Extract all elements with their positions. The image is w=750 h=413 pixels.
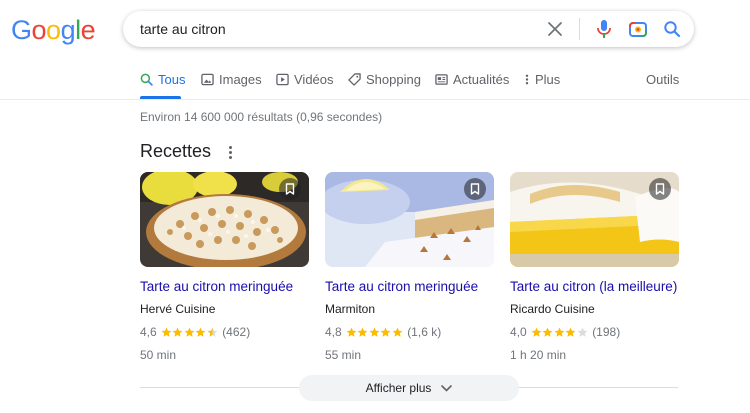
- tab-label: Shopping: [366, 72, 421, 87]
- recipes-title: Recettes: [140, 141, 212, 161]
- recipe-source: Hervé Cuisine: [140, 302, 216, 316]
- bookmark-icon[interactable]: [279, 178, 301, 200]
- star-icon: [357, 327, 368, 337]
- star-icon: [392, 327, 403, 337]
- recipe-card[interactable]: Tarte au citron meringuée Marmiton 4,8 (…: [325, 172, 494, 362]
- logo-letter: G: [11, 15, 32, 45]
- tab-all[interactable]: Tous: [140, 72, 185, 87]
- tag-icon: [348, 73, 361, 86]
- tab-videos[interactable]: Vidéos: [276, 72, 334, 87]
- recipe-source: Marmiton: [325, 302, 376, 316]
- star-icon: [542, 327, 553, 337]
- image-icon: [201, 73, 214, 86]
- logo-letter: o: [31, 15, 47, 45]
- search-box-separator: [579, 18, 580, 40]
- rating-stars: [346, 327, 404, 338]
- star-icon: [531, 327, 542, 337]
- star-icon: [554, 327, 565, 337]
- tab-label: Plus: [535, 72, 561, 87]
- tab-more[interactable]: Plus: [524, 72, 560, 87]
- recipe-title-link[interactable]: Tarte au citron (la meilleure): [510, 279, 679, 294]
- rating-stars: [161, 327, 219, 338]
- star-icon: [172, 327, 183, 337]
- tab-label: Actualités: [453, 72, 510, 87]
- tab-label: Images: [219, 72, 262, 87]
- star-icon: [207, 327, 218, 337]
- recipe-rating: 4,8 (1,6 k): [325, 325, 494, 339]
- result-stats: Environ 14 600 000 résultats (0,96 secon…: [140, 110, 383, 124]
- logo-letter: g: [60, 15, 76, 45]
- recipe-card[interactable]: Tarte au citron meringuée Hervé Cuisine …: [140, 172, 309, 362]
- rating-value: 4,6: [140, 325, 157, 339]
- search-box-icons: [533, 11, 684, 47]
- recipe-image[interactable]: [510, 172, 679, 267]
- header-divider: [0, 99, 750, 100]
- recipe-time: 55 min: [325, 348, 362, 362]
- recipe-time: 50 min: [140, 348, 177, 362]
- star-icon: [577, 327, 588, 337]
- tab-label: Tous: [158, 72, 186, 87]
- camera-lens-icon[interactable]: [626, 17, 650, 41]
- recipe-source: Ricardo Cuisine: [510, 302, 595, 316]
- star-icon: [380, 327, 391, 337]
- search-icon[interactable]: [660, 17, 684, 41]
- recipe-card[interactable]: Tarte au citron (la meilleure) Ricardo C…: [510, 172, 679, 362]
- logo-letter: e: [80, 15, 96, 45]
- bookmark-icon[interactable]: [649, 178, 671, 200]
- more-options-icon[interactable]: [221, 143, 239, 161]
- rating-stars: [531, 327, 589, 338]
- recipe-image[interactable]: [140, 172, 309, 267]
- recipe-time: 1 h 20 min: [510, 348, 567, 362]
- star-icon: [161, 327, 172, 337]
- recipe-rating: 4,0 (198): [510, 325, 679, 339]
- review-count: (462): [222, 325, 251, 339]
- tab-news[interactable]: Actualités: [435, 72, 509, 87]
- tab-label: Vidéos: [294, 72, 334, 87]
- recipe-image[interactable]: [325, 172, 494, 267]
- video-icon: [276, 73, 289, 86]
- recipe-rating: 4,6 (462): [140, 325, 309, 339]
- review-count: (1,6 k): [407, 325, 442, 339]
- recipe-title-link[interactable]: Tarte au citron meringuée: [140, 279, 309, 294]
- star-icon: [346, 327, 357, 337]
- google-logo[interactable]: Google: [11, 15, 96, 46]
- review-count: (198): [592, 325, 621, 339]
- close-icon[interactable]: [543, 17, 567, 41]
- star-icon: [369, 327, 380, 337]
- mic-icon[interactable]: [592, 17, 616, 41]
- tab-shopping[interactable]: Shopping: [348, 72, 421, 87]
- chevron-down-icon: [441, 384, 453, 392]
- search-box: [123, 11, 694, 47]
- star-icon: [565, 327, 576, 337]
- bookmark-icon[interactable]: [464, 178, 486, 200]
- tools-button[interactable]: Outils: [646, 72, 679, 87]
- rating-value: 4,8: [325, 325, 342, 339]
- news-icon: [435, 74, 448, 85]
- search-input[interactable]: [140, 21, 530, 37]
- logo-letter: o: [46, 15, 61, 45]
- star-icon: [184, 327, 195, 337]
- tab-images[interactable]: Images: [201, 72, 262, 87]
- recipe-title-link[interactable]: Tarte au citron meringuée: [325, 279, 494, 294]
- search-icon: [140, 73, 153, 86]
- star-icon: [195, 327, 206, 337]
- rating-value: 4,0: [510, 325, 527, 339]
- show-more-button[interactable]: Afficher plus: [299, 375, 519, 401]
- show-more-label: Afficher plus: [365, 381, 432, 395]
- more-vert-icon: [525, 74, 529, 85]
